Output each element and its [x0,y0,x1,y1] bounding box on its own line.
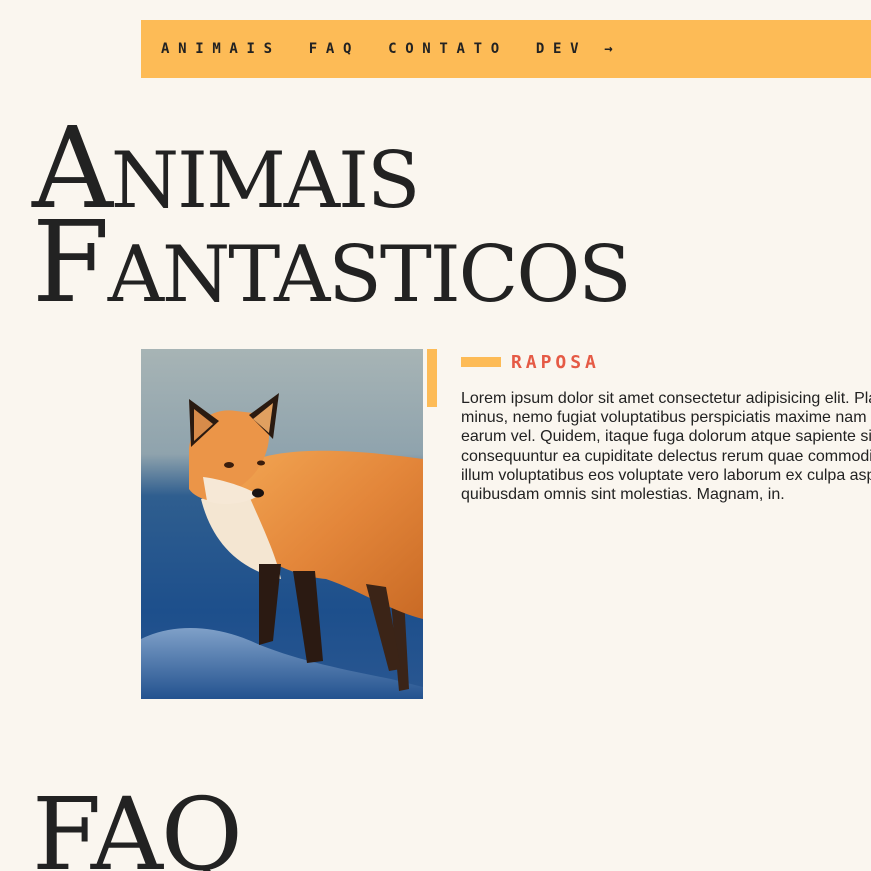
heading-accent-line [461,357,501,367]
description-line: quibusdam omnis sint molestias. Magnam, … [461,486,785,504]
nav-item-faq: FAQ [309,40,388,58]
nav-list: ANIMAIS FAQ CONTATO DEV → [141,40,649,58]
page-title-line2: Fantasticos [32,198,632,328]
fox-photo[interactable] [141,349,423,699]
nav-link-contato[interactable]: CONTATO [388,41,508,57]
animal-description: Lorem ipsum dolor sit amet consectetur a… [461,389,871,504]
page: ANIMAIS FAQ CONTATO DEV → Animais Fantas… [0,0,871,871]
nav-link-dev[interactable]: DEV → [536,41,622,57]
description-line: earum vel. Quidem, itaque fuga dolorum a… [461,428,871,446]
main-nav: ANIMAIS FAQ CONTATO DEV → [141,20,871,78]
description-line: minus, nemo fugiat voluptatibus perspici… [461,409,867,427]
faq-title: FAQ [32,776,243,871]
nav-link-animais[interactable]: ANIMAIS [161,41,281,57]
nav-link-faq[interactable]: FAQ [309,41,360,57]
nav-item-dev: DEV → [536,40,650,58]
description-line: illum voluptatibus eos voluptate vero la… [461,466,871,484]
page-title: Animais Fantasticos [32,113,632,328]
section-accent-bar [427,349,437,407]
description-line: Lorem ipsum dolor sit amet consectetur a… [461,390,871,407]
description-line: consequuntur ea cupiditate delectus reru… [461,447,871,465]
fox-image [141,349,423,699]
animal-name: RAPOSA [511,351,600,373]
nav-item-contato: CONTATO [388,40,536,58]
nav-item-animais: ANIMAIS [161,40,309,58]
animal-heading: RAPOSA [461,349,600,375]
